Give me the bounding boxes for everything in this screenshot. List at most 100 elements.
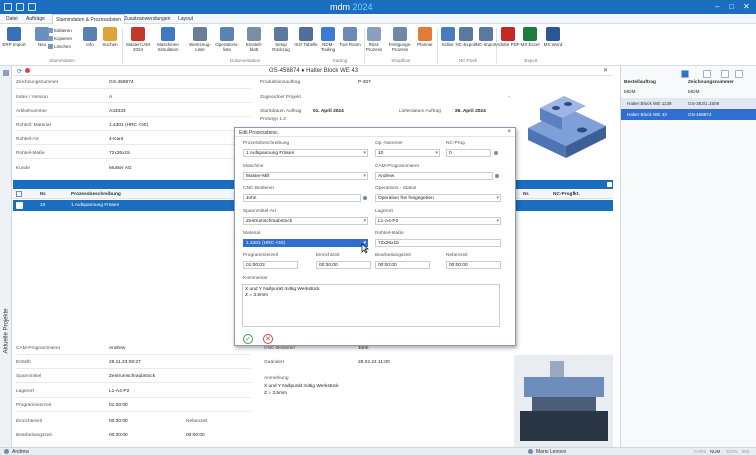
- cnc-input[interactable]: John: [243, 194, 361, 202]
- col-nr[interactable]: Nr.: [40, 192, 46, 197]
- field-value: A: [109, 95, 113, 100]
- lager-select[interactable]: L1-A4-P2 ▾: [375, 217, 501, 225]
- ncprog-input[interactable]: 0: [446, 149, 491, 157]
- delete-button[interactable]: Löschen: [48, 44, 72, 50]
- ms-excel-button[interactable]: MS Excel: [518, 27, 542, 47]
- search-button[interactable]: Suchen: [98, 27, 122, 47]
- mastercam-button[interactable]: MasterCAM 2024: [126, 27, 150, 52]
- col-nr-2[interactable]: Nr.: [523, 192, 529, 197]
- chevron-down-icon[interactable]: ▾: [435, 150, 438, 156]
- add-icon[interactable]: [721, 70, 729, 78]
- app-menu-icon[interactable]: [4, 3, 12, 11]
- prozess-input[interactable]: 1 Aufspannung Fräsen ▾: [243, 149, 368, 157]
- production-process-button[interactable]: Fertigungs-Prozess: [388, 27, 412, 52]
- col-description[interactable]: Prozessbeschreibung: [71, 192, 121, 197]
- chevron-down-icon[interactable]: ▾: [496, 218, 499, 224]
- maximize-button[interactable]: □: [729, 2, 734, 11]
- list-settings-icon[interactable]: [607, 182, 612, 187]
- dialog-close-button[interactable]: ×: [507, 129, 511, 135]
- ok-button[interactable]: ✓: [243, 334, 253, 344]
- bearb-input[interactable]: 00:00:00: [375, 261, 430, 269]
- copy-button[interactable]: Kopieren: [48, 36, 72, 42]
- field-value: A43333: [109, 109, 126, 114]
- menu-layout[interactable]: Layout: [178, 16, 193, 22]
- masse-input[interactable]: 72x26x15: [375, 239, 501, 247]
- ms-word-button[interactable]: MS Word: [541, 27, 565, 47]
- tool-room-label: Tool Room: [339, 42, 361, 47]
- tool-list-button[interactable]: Werkzeug-Liste: [188, 27, 212, 52]
- opnr-input[interactable]: 10 ▾: [375, 149, 440, 157]
- grid-icon[interactable]: [703, 70, 711, 78]
- machine-vise: [532, 397, 596, 411]
- spann-select[interactable]: Zentrumschraubstock ▾: [243, 217, 368, 225]
- save-icon[interactable]: [16, 3, 24, 11]
- tool-room-button[interactable]: Tool Room: [338, 27, 362, 47]
- simulation-button[interactable]: Maschinen Simulation: [156, 27, 180, 52]
- neben-input[interactable]: 00:00:00: [446, 261, 501, 269]
- einricht-input[interactable]: 00:30:00: [316, 261, 371, 269]
- chevron-down-icon[interactable]: ▾: [496, 195, 499, 201]
- editor-icon: [441, 27, 455, 41]
- col-nc-progfkt[interactable]: NC-Progfkt.: [553, 192, 580, 197]
- cancel-button[interactable]: ✕: [263, 334, 273, 344]
- erp-import-label: ERP Import: [2, 42, 26, 47]
- setup-button[interactable]: Setup Rückzug: [269, 27, 293, 52]
- edit-button[interactable]: Editieren: [48, 28, 72, 34]
- material-select[interactable]: 1.4301 (HRC <40) ▾: [243, 239, 368, 247]
- setup-process-button[interactable]: Rüst-Prozess: [362, 27, 386, 52]
- user-icon[interactable]: [495, 174, 499, 178]
- maschine-input[interactable]: Master-Mill ▾: [243, 172, 368, 180]
- chevron-down-icon[interactable]: ▾: [363, 218, 366, 224]
- col-zeichnungsnummer[interactable]: Zeichnungsnummer: [688, 80, 734, 85]
- sidebar-label[interactable]: Aktuelle Projekte: [4, 308, 10, 353]
- list-item-mdm[interactable]: MDM: [624, 90, 635, 95]
- delete-label: Löschen: [54, 44, 72, 49]
- minimize-button[interactable]: –: [715, 2, 719, 11]
- editor-label: Editor: [442, 42, 454, 47]
- chevron-down-icon[interactable]: ▾: [363, 150, 366, 156]
- view-icon[interactable]: [681, 70, 689, 78]
- nc-import-button[interactable]: NC-Import: [474, 27, 498, 47]
- refresh-icon[interactable]: ⟳: [17, 68, 22, 75]
- menu-stammdaten[interactable]: Stammdaten & Prozessdaten: [52, 14, 126, 24]
- row-checkbox[interactable]: [16, 191, 22, 197]
- prog-input[interactable]: 01:00:03: [243, 261, 298, 269]
- setup-sheet-button[interactable]: Einstell-blatt: [242, 27, 266, 52]
- adobe-pdf-button[interactable]: Adobe PDF: [496, 27, 520, 47]
- col-bestellauftrag[interactable]: Bestellauftrag: [624, 80, 656, 85]
- menu-auftraege[interactable]: Aufträge: [26, 16, 45, 22]
- menu-zusatzanwendungen[interactable]: Zusatzanwendungen: [124, 16, 170, 22]
- status-select[interactable]: Operation frei freigegeben ▾: [375, 194, 501, 202]
- info-icon[interactable]: [735, 70, 743, 78]
- erp-import-button[interactable]: ERP Import: [2, 27, 26, 47]
- operations-list-button[interactable]: Operations-liste: [215, 27, 239, 52]
- planner-button[interactable]: Planner: [413, 27, 437, 47]
- erp-import-icon: [7, 27, 21, 41]
- list-item[interactable]: Halter Block WE 1138 GS-353/1.1508: [621, 98, 756, 109]
- kommentar-textarea[interactable]: X und Y Nullpunkt mittig Werkstück Z = 3…: [242, 284, 500, 327]
- undo-icon[interactable]: [28, 3, 36, 11]
- field-value: 72x26x15: [109, 151, 130, 156]
- iso-table-button[interactable]: ISO Tabelle: [294, 27, 318, 47]
- pin-icon[interactable]: [3, 70, 9, 76]
- info-label: Info: [86, 42, 94, 47]
- field-label: Produktionsauftrag: [260, 80, 301, 85]
- nc-program-icon[interactable]: [494, 151, 498, 155]
- menu-datei[interactable]: Datei: [6, 16, 18, 22]
- pdf-icon: [501, 27, 515, 41]
- close-button[interactable]: ✕: [743, 2, 750, 11]
- setup-sheet-icon: [247, 27, 261, 41]
- list-item-selected[interactable]: Halter Block WE 43 GS-458874: [621, 109, 756, 120]
- nc-import-label: NC-Import: [475, 42, 497, 47]
- row-edit-icon[interactable]: [16, 202, 23, 209]
- cam-input[interactable]: Andrew: [375, 172, 493, 180]
- separator: [122, 28, 123, 64]
- divider: [16, 144, 251, 145]
- chevron-down-icon[interactable]: ▾: [363, 173, 366, 179]
- main-close-icon[interactable]: ✕: [603, 67, 608, 74]
- user-icon[interactable]: [363, 196, 367, 200]
- mouse-cursor-icon: [361, 243, 369, 254]
- field-value: 01. April 2024: [313, 109, 344, 114]
- machine-table: [520, 411, 608, 441]
- ndm-tooling-button[interactable]: NDM-Tooling: [316, 27, 340, 52]
